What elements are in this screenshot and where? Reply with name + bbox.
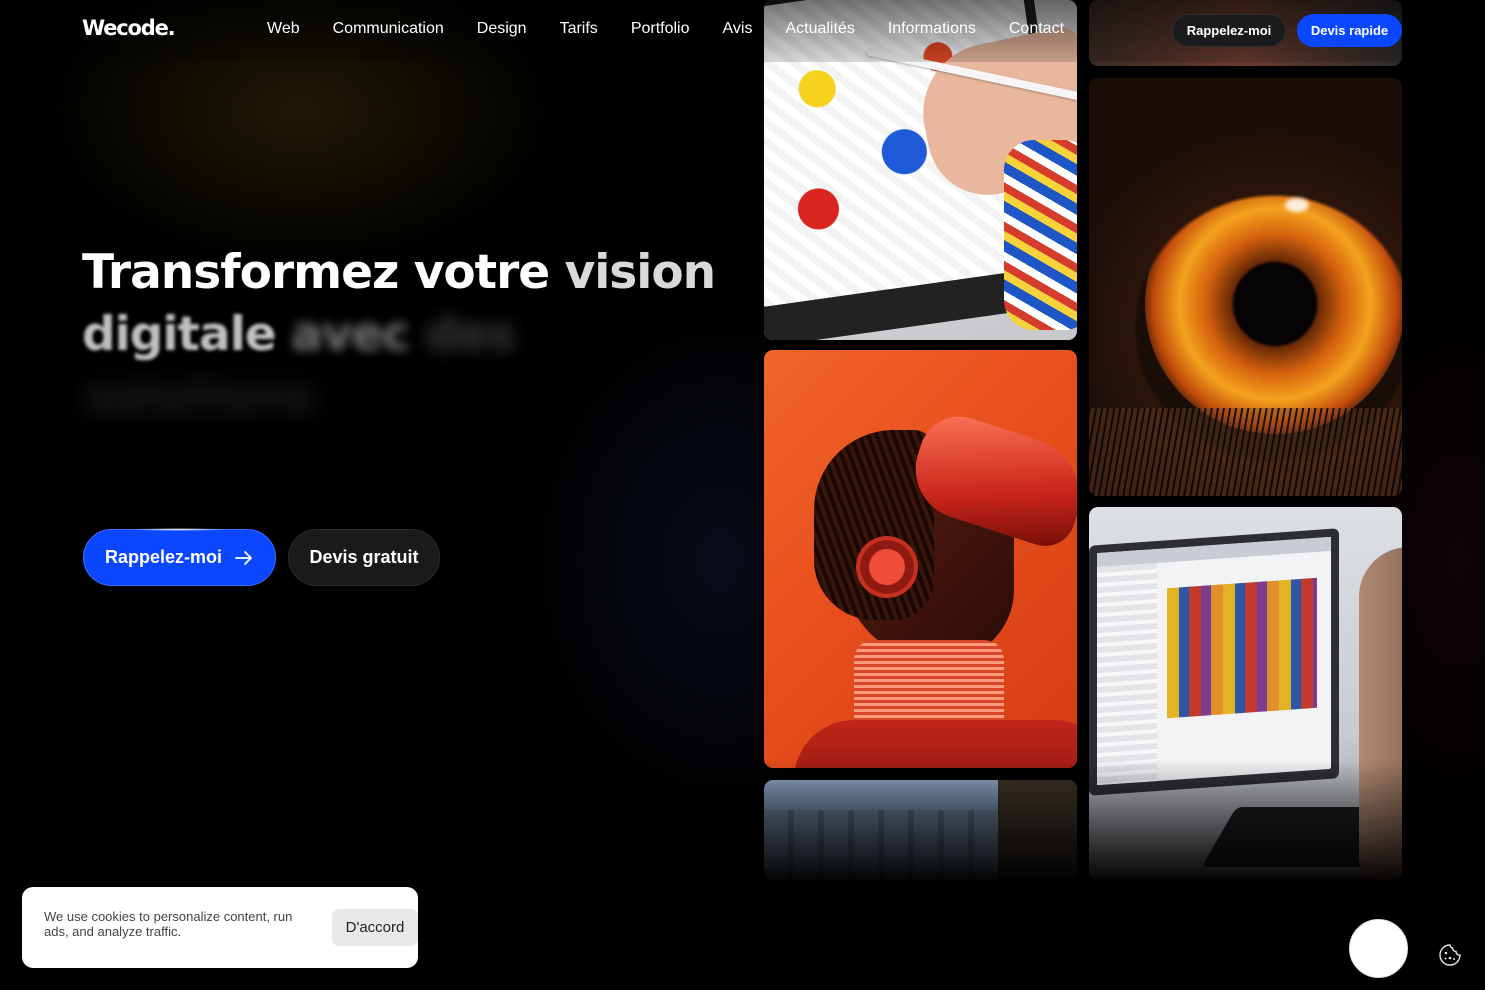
chat-bubble-button[interactable] [1349, 919, 1408, 978]
cookie-banner-text: We use cookies to personalize content, r… [44, 909, 293, 939]
nav-item-communication[interactable]: Communication [333, 20, 444, 38]
cookie-accept-button[interactable]: D'accord [332, 909, 418, 946]
header-quick-quote-button[interactable]: Devis rapide [1297, 14, 1402, 47]
brand-logo[interactable]: Wecode. [82, 16, 176, 40]
nav-item-contact[interactable]: Contact [1009, 20, 1064, 38]
cookie-banner: We use cookies to personalize content, r… [22, 887, 418, 968]
nav-item-avis[interactable]: Avis [723, 20, 753, 38]
main-nav: Web Communication Design Tarifs Portfoli… [267, 20, 1064, 38]
gallery-image-eye-closeup [1089, 78, 1402, 496]
cookie-icon[interactable] [1437, 942, 1463, 968]
gallery-fade [750, 760, 1430, 885]
site-header: Wecode. Web Communication Design Tarifs … [0, 0, 1485, 62]
nav-item-informations[interactable]: Informations [888, 20, 976, 38]
nav-item-tarifs[interactable]: Tarifs [560, 20, 598, 38]
nav-item-actualites[interactable]: Actualités [785, 20, 854, 38]
header-callback-button[interactable]: Rappelez-moi [1172, 14, 1286, 47]
nav-item-design[interactable]: Design [477, 20, 527, 38]
nav-item-web[interactable]: Web [267, 20, 300, 38]
image-gallery [0, 0, 1485, 880]
nav-item-portfolio[interactable]: Portfolio [631, 20, 690, 38]
gallery-image-vr-headset [764, 350, 1077, 768]
